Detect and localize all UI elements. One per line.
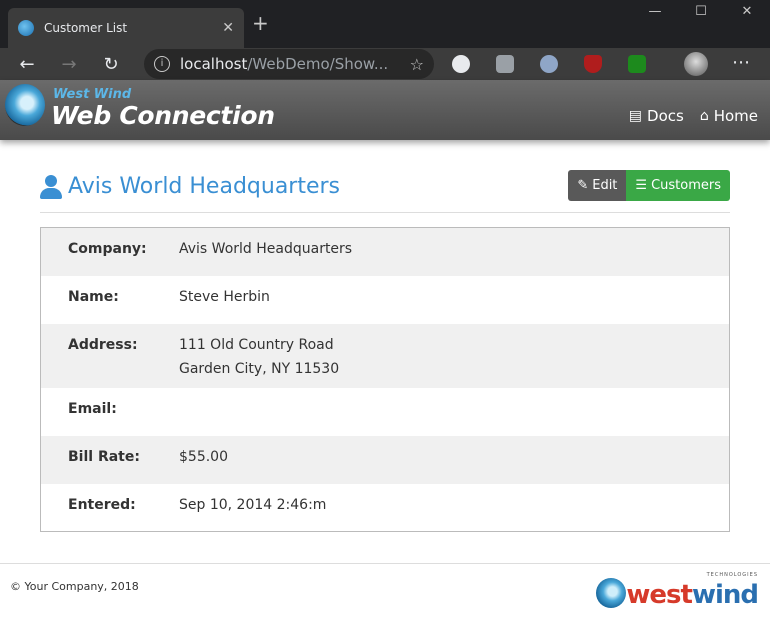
customers-label: Customers: [651, 178, 721, 193]
url-host: localhost: [180, 55, 248, 73]
detail-label: Address:: [68, 337, 138, 353]
nav-home[interactable]: ⌂ Home: [700, 107, 758, 125]
site-footer: © Your Company, 2018 westwind TECHNOLOGI…: [0, 563, 770, 632]
brand-top[interactable]: West Wind: [53, 87, 131, 102]
home-icon: ⌂: [699, 108, 709, 124]
address-line-1: 111 Old Country Road: [179, 337, 334, 353]
nav-home-label: Home: [713, 107, 758, 125]
download-icon[interactable]: [628, 55, 646, 73]
customer-detail-table: Company: Avis World Headquarters Name: S…: [40, 227, 730, 532]
nav-docs[interactable]: ▤ Docs: [629, 107, 684, 125]
address-bar[interactable]: i localhost/WebDemo/Show... ☆: [144, 49, 434, 79]
detail-row-address: Address: 111 Old Country Road Garden Cit…: [41, 324, 729, 388]
forward-button[interactable]: →: [48, 54, 90, 75]
browser-menu-icon[interactable]: ⋯: [732, 52, 750, 73]
page-title-text: Avis World Headquarters: [68, 174, 341, 199]
detail-label: Bill Rate:: [68, 449, 140, 465]
list-icon: ☰: [635, 178, 648, 193]
swirl-logo-icon: [596, 578, 627, 608]
new-tab-button[interactable]: +: [252, 11, 269, 35]
west-wind-logo-icon[interactable]: [5, 84, 45, 126]
extension-icon[interactable]: [540, 55, 558, 73]
detail-label: Name:: [68, 289, 119, 305]
detail-value: Avis World Headquarters: [179, 241, 353, 257]
logo-west: west: [626, 580, 693, 610]
book-icon: ▤: [628, 108, 643, 124]
extension-icon[interactable]: [452, 55, 470, 73]
detail-label: Email:: [68, 401, 117, 417]
logo-tagline: TECHNOLOGIES: [706, 572, 758, 578]
extension-icon[interactable]: [496, 55, 514, 73]
browser-toolbar: ← → ↻ i localhost/WebDemo/Show... ☆ ⋯: [0, 48, 770, 80]
close-window-button[interactable]: ✕: [724, 4, 770, 19]
customers-button[interactable]: ☰ Customers: [626, 170, 730, 201]
edit-icon: ✎: [577, 178, 589, 193]
tab-title: Customer List: [44, 21, 128, 35]
detail-row-name: Name: Steve Herbin: [41, 276, 729, 324]
brand-main[interactable]: Web Connection: [51, 101, 275, 130]
detail-label: Company:: [68, 241, 147, 257]
user-icon: [40, 174, 62, 199]
page-title: Avis World Headquarters: [40, 174, 340, 199]
detail-value: Steve Herbin: [179, 289, 270, 305]
info-icon[interactable]: i: [154, 56, 170, 72]
nav-docs-label: Docs: [647, 107, 684, 125]
detail-label: Entered:: [68, 497, 136, 513]
detail-value: 111 Old Country Road Garden City, NY 115…: [179, 333, 339, 388]
browser-titlebar: Customer List ✕ + — ☐ ✕: [0, 0, 770, 48]
detail-value: Sep 10, 2014 2:46:m: [179, 497, 327, 513]
detail-row-email: Email:: [41, 388, 729, 436]
bookmark-star-icon[interactable]: ☆: [410, 55, 424, 74]
west-wind-footer-logo[interactable]: westwind TECHNOLOGIES: [596, 572, 759, 610]
minimize-button[interactable]: —: [632, 4, 678, 19]
url-path: /WebDemo/Show...: [247, 55, 389, 73]
detail-value: $55.00: [179, 449, 228, 465]
browser-tab[interactable]: Customer List ✕: [8, 8, 244, 48]
close-tab-icon[interactable]: ✕: [222, 20, 234, 36]
page-header: Avis World Headquarters ✎ Edit ☰ Custome…: [40, 168, 730, 213]
action-buttons: ✎ Edit ☰ Customers: [568, 170, 730, 201]
maximize-button[interactable]: ☐: [678, 4, 724, 19]
back-button[interactable]: ←: [6, 54, 48, 75]
ublock-icon[interactable]: [584, 55, 602, 73]
detail-row-entered: Entered: Sep 10, 2014 2:46:m: [41, 484, 729, 531]
profile-avatar[interactable]: [684, 52, 708, 76]
copyright-text: © Your Company, 2018: [10, 580, 139, 593]
top-nav: ▤ Docs ⌂ Home: [629, 107, 758, 125]
logo-text: westwind: [626, 580, 759, 610]
logo-wind: wind: [691, 580, 759, 610]
edit-button[interactable]: ✎ Edit: [568, 170, 627, 201]
detail-row-bill-rate: Bill Rate: $55.00: [41, 436, 729, 484]
site-header: West Wind Web Connection ▤ Docs ⌂ Home: [0, 80, 770, 140]
reload-button[interactable]: ↻: [90, 54, 132, 75]
favicon-icon: [18, 20, 34, 36]
address-line-2: Garden City, NY 11530: [179, 361, 340, 377]
edit-label: Edit: [592, 178, 618, 193]
detail-row-company: Company: Avis World Headquarters: [41, 228, 729, 276]
